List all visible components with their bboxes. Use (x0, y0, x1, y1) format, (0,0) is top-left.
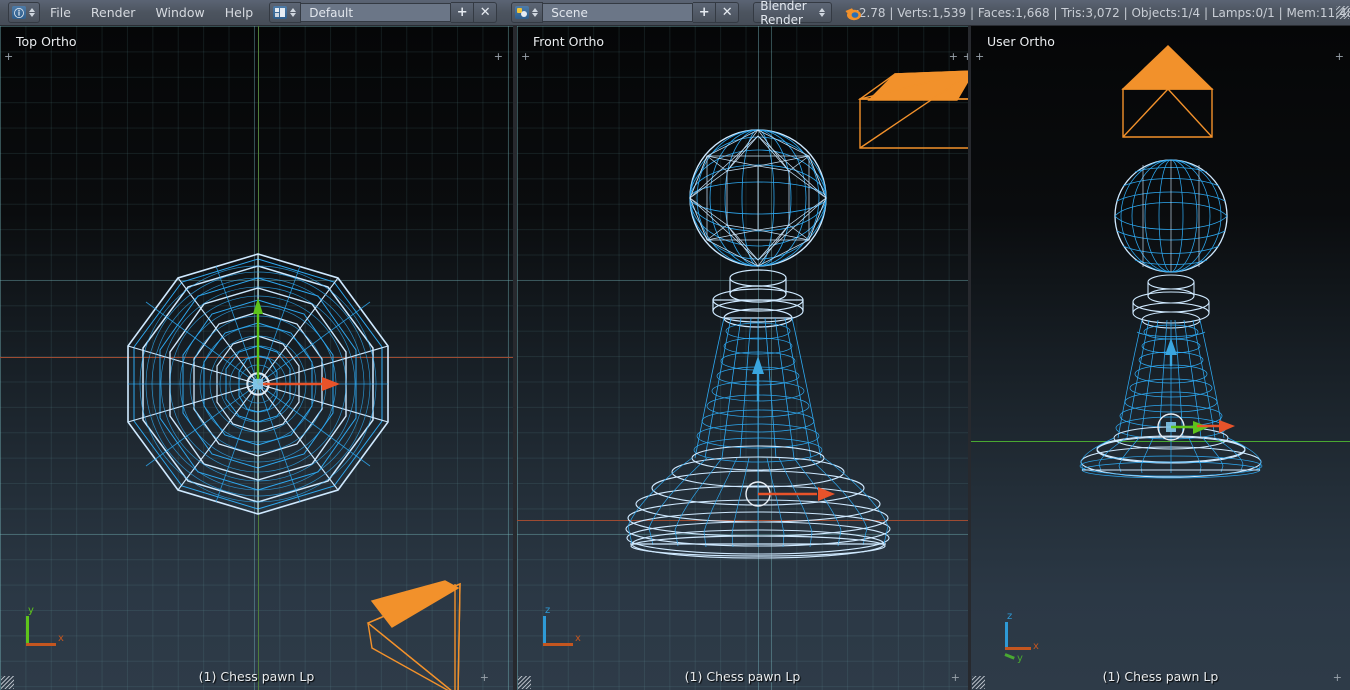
gizmo-axis-x (543, 643, 573, 646)
region-expand-icon-right[interactable]: + (494, 50, 503, 63)
viewport-label-top: Top Ortho (16, 34, 77, 49)
camera-object (857, 70, 968, 149)
gizmo-label-z: z (1007, 611, 1013, 622)
region-expand-icon-br[interactable]: + (480, 671, 489, 684)
viewport-resize-grip-bl[interactable] (972, 676, 985, 689)
axis-gizmo-front: z x (535, 605, 595, 654)
viewport-label-user: User Ortho (987, 34, 1055, 49)
axis-gizmo-user: z x y (997, 611, 1057, 664)
delete-scene-button[interactable]: ✕ (716, 2, 740, 23)
scene-icon-button[interactable] (511, 2, 544, 23)
render-engine-label: Blender Render (760, 0, 807, 27)
gizmo-label-z: z (545, 605, 551, 616)
menu-file[interactable]: File (40, 0, 81, 26)
add-scene-button[interactable]: + (693, 2, 717, 23)
menu-render[interactable]: Render (81, 0, 146, 26)
scene-name-input[interactable]: Scene (543, 3, 694, 22)
updown-icon (289, 6, 297, 20)
region-expand-icon-br[interactable]: + (1333, 671, 1342, 684)
wireframe-pawn-user (1079, 45, 1263, 479)
gizmo-label-x: x (575, 633, 581, 644)
screen-layout-icon (273, 6, 288, 19)
gizmo-axis-x (1005, 647, 1031, 650)
region-expand-icon[interactable]: + (975, 50, 984, 63)
transform-manipulator (1157, 338, 1235, 441)
top-header-bar: ⓘ File Render Window Help Default + ✕ Sc… (0, 0, 1350, 27)
viewport-object-name-front: (1) Chess pawn Lp (684, 669, 801, 684)
scene-icon (515, 6, 530, 19)
viewport-user-ortho[interactable]: User Ortho + + z x y (1) Chess pawn Lp + (971, 26, 1350, 690)
updown-icon (28, 6, 36, 20)
updown-icon (531, 6, 539, 20)
screen-layout-name-input[interactable]: Default (301, 3, 452, 22)
screen-layout-icon-button[interactable] (269, 2, 302, 23)
gizmo-axis-x (26, 643, 56, 646)
info-editor-icon: ⓘ (12, 6, 26, 20)
wireframe-pawn-top (127, 253, 461, 690)
region-expand-icon-right[interactable]: + (949, 50, 958, 63)
menu-help[interactable]: Help (215, 0, 264, 26)
region-expand-icon-right[interactable]: + (1335, 50, 1344, 63)
gizmo-label-x: x (58, 633, 64, 644)
viewport-resize-grip-bl[interactable] (518, 676, 531, 689)
axis-gizmo-top: y x (18, 605, 78, 654)
gizmo-axis-y (26, 616, 29, 646)
render-engine-dropdown[interactable]: Blender Render (753, 0, 832, 27)
region-expand-icon[interactable]: + (521, 50, 530, 63)
editor-type-selector[interactable]: ⓘ (8, 2, 40, 23)
gizmo-label-x: x (1033, 641, 1039, 652)
window-resize-grip[interactable] (1336, 0, 1350, 26)
region-expand-icon[interactable]: + (4, 50, 13, 63)
viewport-label-front: Front Ortho (533, 34, 605, 49)
menu-window[interactable]: Window (145, 0, 214, 26)
gizmo-axis-z (1005, 622, 1008, 650)
viewport-object-name-top: (1) Chess pawn Lp (198, 669, 315, 684)
camera-object (1121, 45, 1214, 138)
status-statistics: v2.78 | Verts:1,539 | Faces:1,668 | Tris… (851, 5, 1350, 20)
gizmo-label-y: y (1017, 653, 1023, 664)
wireframe-pawn-front (625, 70, 968, 559)
viewport-front-ortho[interactable]: Front Ortho + + + z x (1) Chess pawn Lp … (517, 26, 968, 690)
gizmo-axis-y (1004, 653, 1015, 660)
viewport-resize-grip-bl[interactable] (1, 676, 14, 689)
gizmo-label-y: y (28, 605, 34, 616)
region-expand-icon-br[interactable]: + (951, 671, 960, 684)
updown-icon (818, 6, 825, 20)
scene-group: Scene + ✕ (511, 2, 740, 23)
add-screen-layout-button[interactable]: + (451, 2, 475, 23)
viewport-object-name-user: (1) Chess pawn Lp (1102, 669, 1219, 684)
delete-screen-layout-button[interactable]: ✕ (474, 2, 498, 23)
screen-layout-group: Default + ✕ (269, 2, 498, 23)
viewport-top-ortho[interactable]: Top Ortho + + y x (1) Chess pawn Lp + (0, 26, 513, 690)
gizmo-axis-z (543, 616, 546, 646)
